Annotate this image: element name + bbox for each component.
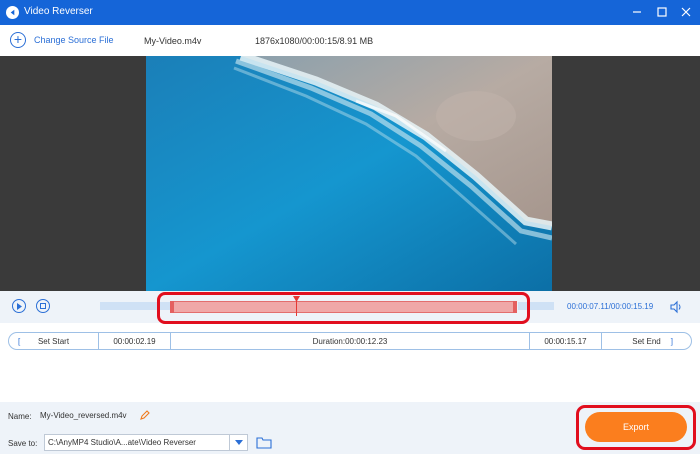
title-bar: Video Reverser [0,0,700,25]
minimize-icon[interactable] [629,4,645,20]
end-time-value: 00:00:15.17 [544,336,587,346]
chevron-down-icon[interactable] [229,435,247,450]
close-icon[interactable] [678,4,694,20]
set-start-label: Set Start [37,336,70,346]
plus-icon: + [10,32,26,48]
trim-bar: [ Set Start 00:00:02.19 Duration:00:00:1… [8,332,692,350]
start-time-field[interactable]: 00:00:02.19 [99,333,171,349]
name-label: Name: [8,412,32,421]
file-name: My-Video.m4v [144,36,202,46]
video-preview-area [0,56,700,291]
save-path-select[interactable]: C:\AnyMP4 Studio\A...ate\Video Reverser [44,434,248,451]
change-source-file-label: Change Source File [34,35,114,45]
folder-icon[interactable] [256,436,272,449]
video-frame [146,56,552,291]
maximize-icon[interactable] [654,4,670,20]
volume-icon[interactable] [669,300,683,314]
window-title: Video Reverser [24,6,93,17]
edit-pencil-icon[interactable] [139,409,151,421]
duration-display: Duration:00:00:12.23 [171,333,530,349]
change-source-file-button[interactable]: + Change Source File [10,32,114,48]
app-logo-icon [6,6,19,19]
play-icon[interactable] [12,299,26,313]
start-time-value: 00:00:02.19 [113,336,156,346]
duration-value: Duration:00:00:12.23 [312,336,388,346]
export-highlight [576,405,696,450]
toolbar: + Change Source File My-Video.m4v 1876x1… [0,25,700,56]
output-name-value: My-Video_reversed.m4v [40,411,127,420]
set-end-button[interactable]: Set End ] [602,333,691,349]
timeline-highlight [157,292,530,324]
save-to-label: Save to: [8,439,38,448]
file-info: 1876x1080/00:00:15/8.91 MB [255,36,374,46]
set-start-button[interactable]: [ Set Start [9,333,99,349]
end-time-field[interactable]: 00:00:15.17 [530,333,602,349]
set-end-label: Set End [632,336,661,346]
time-readout: 00:00:07.11/00:00:15.19 [567,302,654,311]
stop-icon[interactable] [36,299,50,313]
save-path-value: C:\AnyMP4 Studio\A...ate\Video Reverser [48,438,196,447]
